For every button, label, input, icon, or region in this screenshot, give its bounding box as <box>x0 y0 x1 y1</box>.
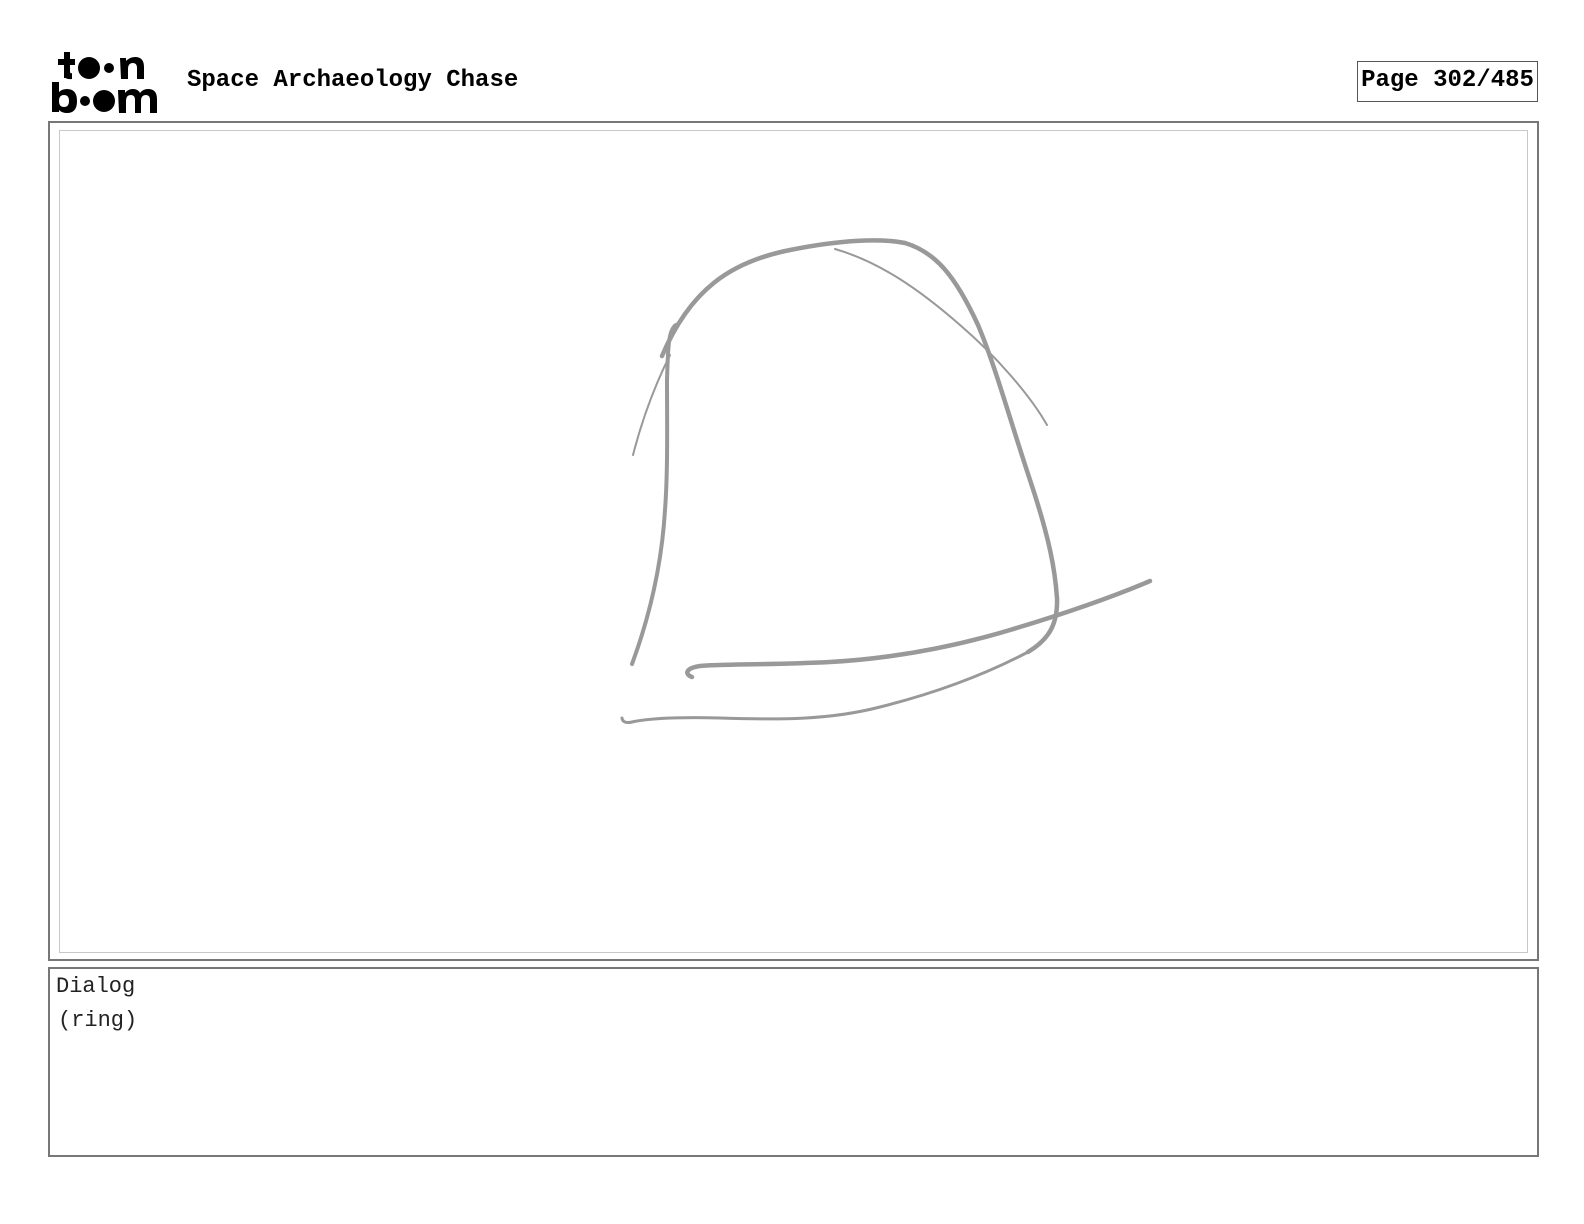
dialog-text: (ring) <box>58 1008 138 1033</box>
panel-safe-area <box>59 130 1528 953</box>
page-number: Page 302/485 <box>1357 61 1538 102</box>
project-title: Space Archaeology Chase <box>187 67 519 94</box>
dialog-box: Dialog (ring) <box>48 967 1539 1157</box>
storyboard-panel <box>48 121 1539 961</box>
dialog-label: Dialog <box>56 974 136 999</box>
toon-boom-logo <box>52 52 157 113</box>
